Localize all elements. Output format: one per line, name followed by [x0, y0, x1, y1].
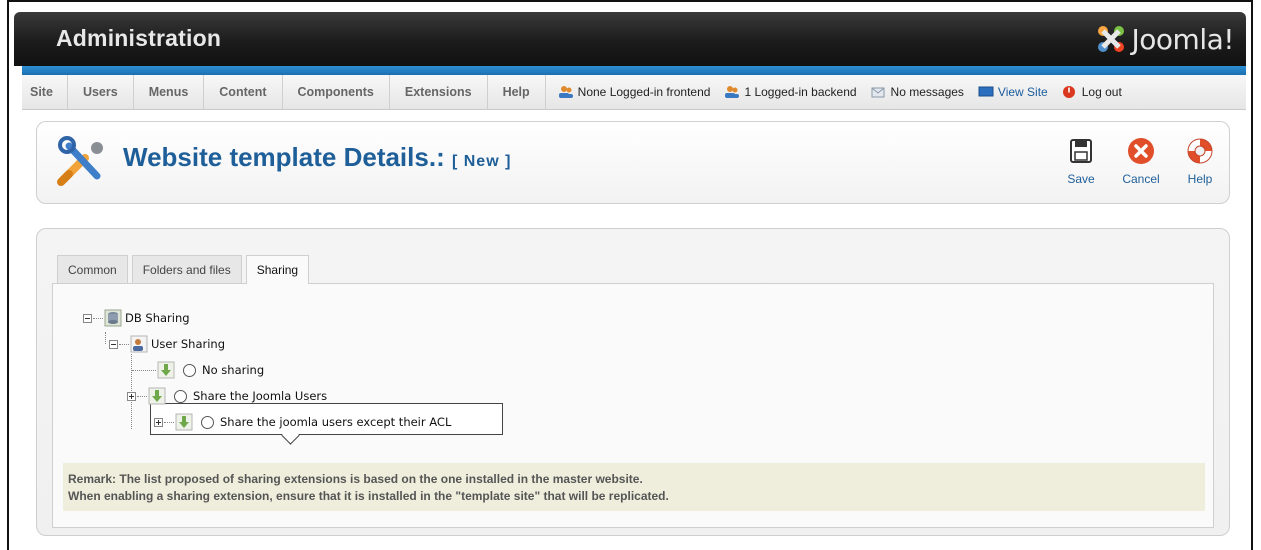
menu-menus[interactable]: Menus: [134, 74, 205, 110]
expand-toggle[interactable]: [127, 391, 136, 401]
share-joomla-users-label: Share the Joomla Users: [193, 389, 328, 403]
joomla-logo-icon: [1097, 26, 1124, 52]
menu-content[interactable]: Content: [204, 74, 283, 110]
remark-line-1: Remark: The list proposed of sharing ext…: [68, 472, 643, 486]
tab-folders-and-files[interactable]: Folders and files: [131, 255, 242, 283]
messages-text: No messages: [890, 85, 964, 99]
expand-toggle[interactable]: [154, 417, 163, 427]
page-title-text: Website template Details.:: [123, 142, 445, 172]
admin-header: Administration Joomla!: [14, 12, 1246, 66]
no-sharing-radio[interactable]: [183, 363, 196, 377]
users-icon: [558, 86, 573, 98]
logo-text: Joomla!: [1131, 22, 1235, 56]
menu-site[interactable]: Site: [22, 74, 68, 110]
messages-status[interactable]: No messages: [871, 85, 964, 99]
tree-node-db-sharing[interactable]: DB Sharing: [83, 309, 190, 327]
share-joomla-users-radio[interactable]: [174, 389, 187, 403]
share-users-except-acl-radio[interactable]: [201, 415, 214, 429]
tools-icon: [57, 136, 103, 186]
tree-connector: [137, 395, 147, 397]
tree-node-user-sharing[interactable]: User Sharing: [109, 335, 225, 353]
menu-components[interactable]: Components: [283, 74, 390, 110]
status-area: None Logged-in frontend 1 Logged-in back…: [558, 85, 1122, 99]
toolbar-panel: Website template Details.: [ New ] Save …: [36, 121, 1230, 204]
tree-connector: [132, 369, 156, 371]
messages-icon: [871, 87, 885, 98]
view-site-text: View Site: [997, 85, 1048, 99]
joomla-logo: Joomla!: [1094, 22, 1235, 56]
tab-bar: Common Folders and files Sharing: [57, 255, 313, 284]
monitor-icon: [978, 86, 994, 97]
help-button[interactable]: Help: [1178, 136, 1222, 186]
save-icon: [1070, 139, 1092, 163]
page-title: Website template Details.: [ New ]: [123, 142, 511, 173]
option-share-users-except-acl[interactable]: Share the joomla users except their ACL: [154, 413, 451, 431]
cancel-icon: [1128, 138, 1154, 164]
option-share-joomla-users[interactable]: Share the Joomla Users: [127, 387, 327, 405]
frontend-users-status: None Logged-in frontend: [558, 85, 711, 99]
user-sharing-label: User Sharing: [151, 337, 226, 351]
download-arrow-icon: [148, 387, 166, 405]
remark-box: Remark: The list proposed of sharing ext…: [63, 463, 1205, 511]
view-site-link[interactable]: View Site: [978, 85, 1048, 99]
cancel-label: Cancel: [1122, 172, 1160, 186]
share-users-except-acl-label: Share the joomla users except their ACL: [220, 415, 452, 429]
menu-help[interactable]: Help: [488, 74, 546, 110]
collapse-toggle[interactable]: [83, 313, 92, 323]
users-icon: [725, 86, 740, 98]
download-arrow-icon: [175, 413, 193, 431]
remark-line-2: When enabling a sharing extension, ensur…: [68, 489, 669, 503]
tree-connector: [164, 421, 174, 423]
backend-status-text: 1 Logged-in backend: [744, 85, 857, 99]
logout-link[interactable]: Log out: [1062, 85, 1122, 99]
download-arrow-icon: [157, 361, 175, 379]
logout-text: Log out: [1081, 85, 1122, 99]
menu-extensions[interactable]: Extensions: [390, 74, 488, 110]
database-icon: [104, 309, 122, 327]
tree-connector: [119, 343, 129, 345]
option-no-sharing[interactable]: No sharing: [131, 361, 264, 379]
main-menu-bar: Site Users Menus Content Components Exte…: [22, 74, 1246, 110]
tab-sharing[interactable]: Sharing: [245, 255, 310, 284]
tab-common[interactable]: Common: [57, 255, 128, 283]
no-sharing-label: No sharing: [202, 363, 265, 377]
header-title: Administration: [56, 25, 222, 51]
lifebuoy-icon: [1187, 138, 1213, 164]
menu-users[interactable]: Users: [68, 74, 134, 110]
cancel-button[interactable]: Cancel: [1119, 136, 1163, 186]
power-icon: [1062, 86, 1075, 98]
backend-users-status: 1 Logged-in backend: [724, 85, 857, 99]
save-label: Save: [1067, 172, 1095, 186]
db-sharing-label: DB Sharing: [125, 311, 190, 325]
help-label: Help: [1187, 172, 1213, 186]
content-panel: Common Folders and files Sharing DB Shar…: [36, 228, 1230, 536]
page-subtitle: [ New ]: [451, 153, 512, 170]
frontend-status-text: None Logged-in frontend: [577, 85, 711, 99]
tree-connector: [93, 317, 103, 319]
collapse-toggle[interactable]: [109, 339, 118, 349]
tree-line: [105, 332, 106, 344]
user-icon: [130, 335, 148, 353]
save-button[interactable]: Save: [1059, 136, 1103, 186]
